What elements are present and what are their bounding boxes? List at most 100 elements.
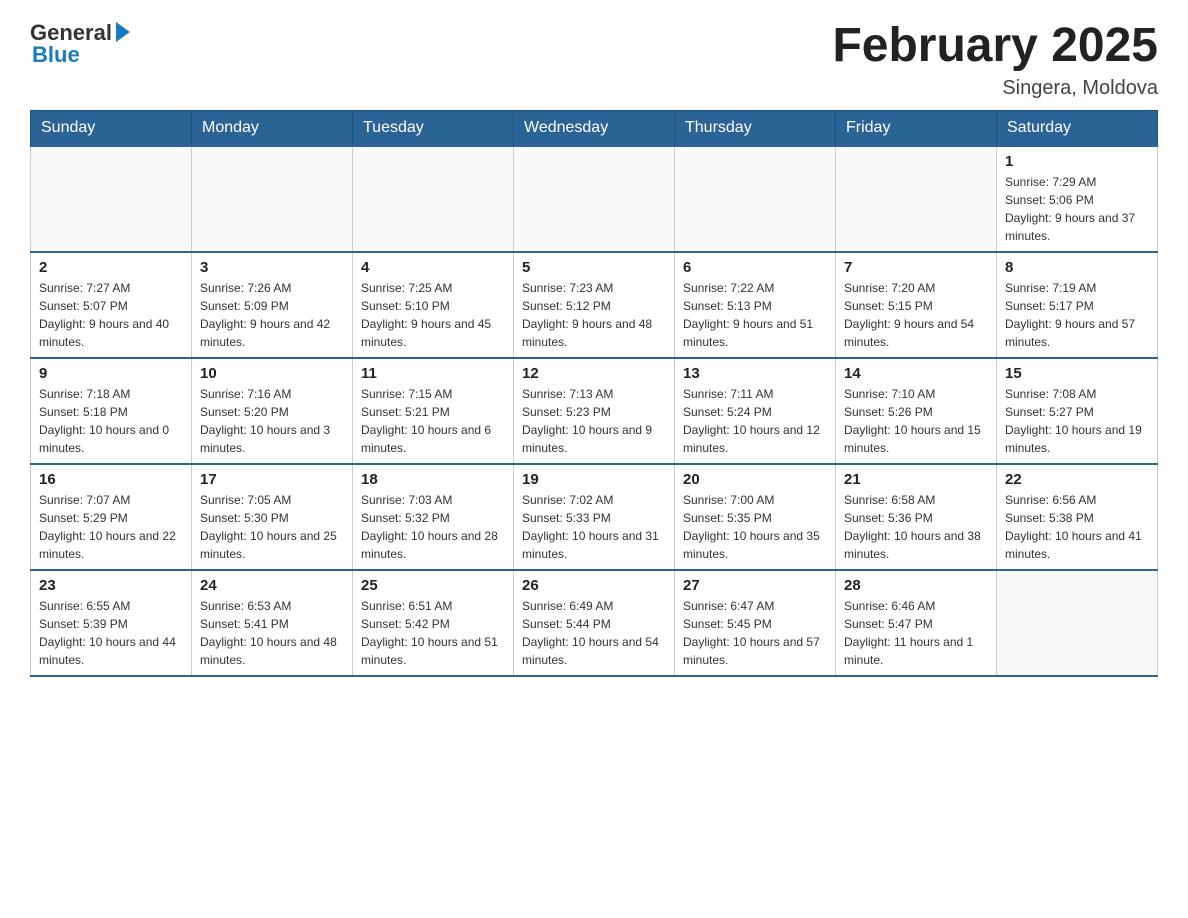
location-subtitle: Singera, Moldova [832,77,1158,100]
calendar-cell: 24Sunrise: 6:53 AMSunset: 5:41 PMDayligh… [192,570,353,676]
day-number: 25 [361,577,505,594]
calendar-cell: 3 Sunrise: 7:26 AMSunset: 5:09 PMDaylight… [192,252,353,358]
weekday-header-monday: Monday [192,110,353,146]
day-info: Sunrise: 7:27 AMSunset: 5:07 PMDaylight:… [39,279,183,351]
day-number: 27 [683,577,827,594]
logo-blue-text: Blue [30,42,80,68]
day-info: Sunrise: 7:18 AMSunset: 5:18 PMDaylight:… [39,385,183,457]
day-number: 17 [200,471,344,488]
calendar-cell: 17 Sunrise: 7:05 AMSunset: 5:30 PMDayligh… [192,464,353,570]
page-header: General Blue February 2025 Singera, Mold… [30,20,1158,100]
calendar-cell: 2 Sunrise: 7:27 AMSunset: 5:07 PMDaylight… [31,252,192,358]
calendar-cell: 23Sunrise: 6:55 AMSunset: 5:39 PMDayligh… [31,570,192,676]
day-number: 19 [522,471,666,488]
weekday-header-row: SundayMondayTuesdayWednesdayThursdayFrid… [31,110,1158,146]
day-info: Sunrise: 7:00 AMSunset: 5:35 PMDaylight:… [683,491,827,563]
day-number: 21 [844,471,988,488]
day-number: 15 [1005,365,1149,382]
weekday-header-wednesday: Wednesday [514,110,675,146]
day-info: Sunrise: 7:05 AMSunset: 5:30 PMDaylight:… [200,491,344,563]
day-info: Sunrise: 7:29 AMSunset: 5:06 PMDaylight:… [1005,173,1149,245]
day-info: Sunrise: 7:10 AMSunset: 5:26 PMDaylight:… [844,385,988,457]
weekday-header-tuesday: Tuesday [353,110,514,146]
calendar-cell: 15 Sunrise: 7:08 AMSunset: 5:27 PMDayligh… [997,358,1158,464]
calendar-cell: 16 Sunrise: 7:07 AMSunset: 5:29 PMDayligh… [31,464,192,570]
calendar-cell: 9Sunrise: 7:18 AMSunset: 5:18 PMDaylight… [31,358,192,464]
day-number: 11 [361,365,505,382]
day-number: 22 [1005,471,1149,488]
calendar-week-1: 1 Sunrise: 7:29 AMSunset: 5:06 PMDaylight… [31,146,1158,252]
day-info: Sunrise: 7:13 AMSunset: 5:23 PMDaylight:… [522,385,666,457]
day-number: 18 [361,471,505,488]
calendar-cell: 1 Sunrise: 7:29 AMSunset: 5:06 PMDaylight… [997,146,1158,252]
day-info: Sunrise: 7:08 AMSunset: 5:27 PMDaylight:… [1005,385,1149,457]
day-info: Sunrise: 7:03 AMSunset: 5:32 PMDaylight:… [361,491,505,563]
calendar-cell [836,146,997,252]
day-number: 2 [39,259,183,276]
day-number: 8 [1005,259,1149,276]
day-number: 20 [683,471,827,488]
day-number: 16 [39,471,183,488]
day-number: 26 [522,577,666,594]
day-number: 3 [200,259,344,276]
title-section: February 2025 Singera, Moldova [832,20,1158,100]
calendar-cell: 14 Sunrise: 7:10 AMSunset: 5:26 PMDayligh… [836,358,997,464]
weekday-header-sunday: Sunday [31,110,192,146]
calendar-week-3: 9Sunrise: 7:18 AMSunset: 5:18 PMDaylight… [31,358,1158,464]
calendar-cell: 8 Sunrise: 7:19 AMSunset: 5:17 PMDaylight… [997,252,1158,358]
calendar-cell: 19 Sunrise: 7:02 AMSunset: 5:33 PMDayligh… [514,464,675,570]
calendar-cell: 11 Sunrise: 7:15 AMSunset: 5:21 PMDayligh… [353,358,514,464]
calendar-cell: 6 Sunrise: 7:22 AMSunset: 5:13 PMDaylight… [675,252,836,358]
day-number: 4 [361,259,505,276]
calendar-cell [192,146,353,252]
day-number: 13 [683,365,827,382]
day-number: 28 [844,577,988,594]
day-info: Sunrise: 7:20 AMSunset: 5:15 PMDaylight:… [844,279,988,351]
weekday-header-friday: Friday [836,110,997,146]
day-info: Sunrise: 6:46 AMSunset: 5:47 PMDaylight:… [844,597,988,669]
day-number: 6 [683,259,827,276]
calendar-cell: 12 Sunrise: 7:13 AMSunset: 5:23 PMDayligh… [514,358,675,464]
day-info: Sunrise: 7:25 AMSunset: 5:10 PMDaylight:… [361,279,505,351]
day-info: Sunrise: 7:15 AMSunset: 5:21 PMDaylight:… [361,385,505,457]
calendar-cell: 10 Sunrise: 7:16 AMSunset: 5:20 PMDayligh… [192,358,353,464]
day-number: 14 [844,365,988,382]
calendar-cell: 20 Sunrise: 7:00 AMSunset: 5:35 PMDayligh… [675,464,836,570]
day-number: 24 [200,577,344,594]
weekday-header-saturday: Saturday [997,110,1158,146]
day-info: Sunrise: 7:19 AMSunset: 5:17 PMDaylight:… [1005,279,1149,351]
month-title: February 2025 [832,20,1158,73]
calendar-table: SundayMondayTuesdayWednesdayThursdayFrid… [30,110,1158,677]
calendar-cell: 26 Sunrise: 6:49 AMSunset: 5:44 PMDayligh… [514,570,675,676]
day-info: Sunrise: 6:49 AMSunset: 5:44 PMDaylight:… [522,597,666,669]
calendar-cell: 7Sunrise: 7:20 AMSunset: 5:15 PMDaylight… [836,252,997,358]
day-number: 12 [522,365,666,382]
calendar-week-4: 16 Sunrise: 7:07 AMSunset: 5:29 PMDayligh… [31,464,1158,570]
day-info: Sunrise: 7:11 AMSunset: 5:24 PMDaylight:… [683,385,827,457]
day-info: Sunrise: 6:47 AMSunset: 5:45 PMDaylight:… [683,597,827,669]
weekday-header-thursday: Thursday [675,110,836,146]
calendar-week-5: 23Sunrise: 6:55 AMSunset: 5:39 PMDayligh… [31,570,1158,676]
day-number: 5 [522,259,666,276]
day-info: Sunrise: 7:02 AMSunset: 5:33 PMDaylight:… [522,491,666,563]
calendar-cell [675,146,836,252]
logo-arrow-icon [116,22,130,42]
calendar-cell [514,146,675,252]
calendar-cell [31,146,192,252]
day-info: Sunrise: 7:16 AMSunset: 5:20 PMDaylight:… [200,385,344,457]
calendar-cell [353,146,514,252]
day-number: 10 [200,365,344,382]
day-info: Sunrise: 6:51 AMSunset: 5:42 PMDaylight:… [361,597,505,669]
day-number: 1 [1005,153,1149,170]
calendar-cell: 28 Sunrise: 6:46 AMSunset: 5:47 PMDayligh… [836,570,997,676]
day-info: Sunrise: 7:07 AMSunset: 5:29 PMDaylight:… [39,491,183,563]
day-info: Sunrise: 7:26 AMSunset: 5:09 PMDaylight:… [200,279,344,351]
calendar-cell: 25 Sunrise: 6:51 AMSunset: 5:42 PMDayligh… [353,570,514,676]
calendar-week-2: 2 Sunrise: 7:27 AMSunset: 5:07 PMDaylight… [31,252,1158,358]
calendar-cell: 22Sunrise: 6:56 AMSunset: 5:38 PMDayligh… [997,464,1158,570]
calendar-cell: 5Sunrise: 7:23 AMSunset: 5:12 PMDaylight… [514,252,675,358]
calendar-cell: 4 Sunrise: 7:25 AMSunset: 5:10 PMDaylight… [353,252,514,358]
calendar-cell: 27 Sunrise: 6:47 AMSunset: 5:45 PMDayligh… [675,570,836,676]
day-info: Sunrise: 7:22 AMSunset: 5:13 PMDaylight:… [683,279,827,351]
day-number: 23 [39,577,183,594]
